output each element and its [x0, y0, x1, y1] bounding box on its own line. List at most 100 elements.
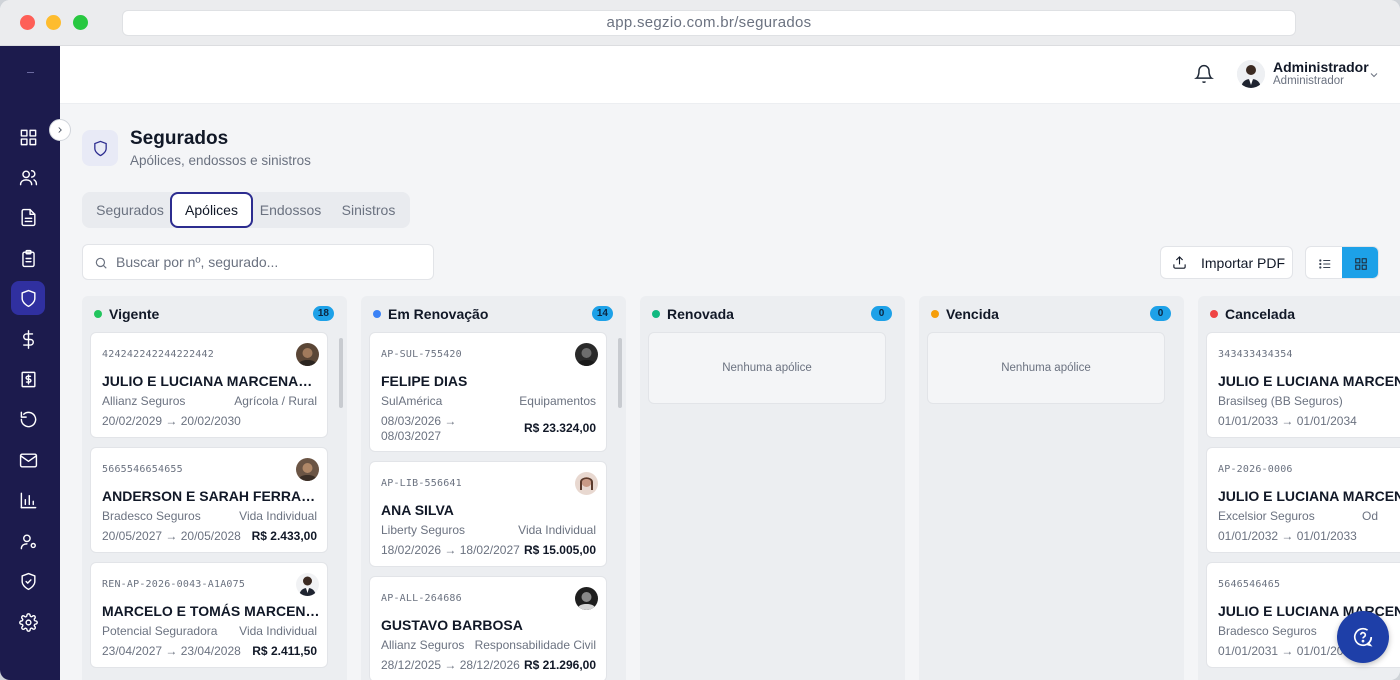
search-icon: [95, 257, 107, 269]
policy-card[interactable]: AP-ALL-264686 GUSTAVO BARBOSA Allianz Se…: [369, 576, 607, 680]
users-icon[interactable]: [11, 160, 45, 194]
column-scrollbar[interactable]: [618, 338, 622, 408]
policy-number: REN-AP-2026-0043-A1A075: [102, 579, 246, 590]
policy-period: 28/12/2025 → 28/12/2026: [381, 658, 520, 672]
minimize-window-button[interactable]: [46, 15, 61, 30]
tab-endossos[interactable]: Endossos: [253, 192, 328, 228]
sidebar-collapse-button[interactable]: [49, 119, 71, 141]
bell-icon[interactable]: [1194, 64, 1216, 86]
policy-period: 01/01/2033 → 01/01/2034: [1218, 414, 1357, 428]
tab-bar: Segurados Apólices Endossos Sinistros: [82, 192, 410, 228]
policy-period: 01/01/2031 → 01/01/2032: [1218, 644, 1357, 658]
page-subtitle: Apólices, endossos e sinistros: [130, 153, 311, 168]
shield-icon[interactable]: [11, 281, 45, 315]
insured-name: ANA SILVA: [381, 502, 454, 518]
column-count-badge: 14: [591, 306, 613, 321]
receipt-icon[interactable]: [11, 362, 45, 396]
gear-icon[interactable]: [11, 605, 45, 639]
column-header: Vencida 0: [919, 296, 1184, 332]
policy-number: AP-ALL-264686: [381, 593, 462, 604]
dollar-icon[interactable]: [11, 322, 45, 356]
page-title: Segurados: [130, 128, 229, 149]
policy-type: Vida Individual: [239, 624, 317, 638]
clipboard-icon[interactable]: [11, 241, 45, 275]
column-title: Vigente: [109, 306, 160, 322]
app-window: app.segzio.com.br/segurados Administrado…: [0, 0, 1400, 680]
close-window-button[interactable]: [20, 15, 35, 30]
tab-segurados[interactable]: Segurados: [90, 192, 170, 228]
policy-card[interactable]: 5665546654655 ANDERSON E SARAH FERRAGEN.…: [90, 447, 328, 553]
grid-view-button[interactable]: [1342, 247, 1378, 278]
maximize-window-button[interactable]: [73, 15, 88, 30]
insurer-name: Liberty Seguros: [381, 523, 466, 537]
user-name[interactable]: Administrador: [1273, 59, 1369, 75]
sidebar-logo-placeholder: [27, 72, 34, 73]
avatar: [575, 343, 598, 366]
address-bar[interactable]: app.segzio.com.br/segurados: [122, 10, 1296, 36]
avatar: [575, 472, 598, 495]
rotate-icon[interactable]: [11, 402, 45, 436]
policy-card[interactable]: REN-AP-2026-0043-A1A075 MARCELO E TOMÁS …: [90, 562, 328, 668]
policy-period: 01/01/2032 → 01/01/2033: [1218, 529, 1357, 543]
kanban-column-em-renovacao: Em Renovação 14 AP-SUL-755420 FELIPE DIA…: [361, 296, 626, 680]
insurer-name: Potencial Seguradora: [102, 624, 218, 638]
policy-type: Responsabilidade Civil: [474, 638, 596, 652]
policy-card[interactable]: AP-SUL-755420 FELIPE DIAS SulAmérica Equ…: [369, 332, 607, 452]
insured-name: FELIPE DIAS: [381, 373, 468, 389]
column-header: Cancelada: [1198, 296, 1400, 332]
policy-number: 5665546654655: [102, 464, 183, 475]
status-dot: [931, 310, 939, 318]
tab-apolices[interactable]: Apólices: [170, 192, 253, 228]
premium-value: R$ 2.433,00: [251, 529, 317, 543]
empty-state: Nenhuma apólice: [648, 332, 886, 404]
shield-icon: [82, 130, 118, 166]
policy-number: AP-2026-0006: [1218, 464, 1293, 475]
kanban-column-renovada: Renovada 0 Nenhuma apólice: [640, 296, 905, 680]
policy-card[interactable]: 343433434354 JULIO E LUCIANA MARCENARIA …: [1206, 332, 1400, 438]
column-header: Vigente 18: [82, 296, 347, 332]
insurer-name: Allianz Seguros: [102, 394, 186, 408]
policy-type: Od: [1362, 509, 1379, 523]
dashboard-icon[interactable]: [11, 120, 45, 154]
status-dot: [94, 310, 102, 318]
user-gear-icon[interactable]: [11, 524, 45, 558]
document-icon[interactable]: [11, 200, 45, 234]
kanban-column-vencida: Vencida 0 Nenhuma apólice: [919, 296, 1184, 680]
policy-type: Vida Individual: [239, 509, 317, 523]
insurer-name: Bradesco Seguros: [102, 509, 201, 523]
policy-period: 23/04/2027 → 23/04/2028: [102, 644, 241, 658]
column-title: Vencida: [946, 306, 999, 322]
column-title: Cancelada: [1225, 306, 1296, 322]
premium-value: R$ 2.411,50: [252, 644, 317, 658]
import-pdf-label: Importar PDF: [1201, 255, 1286, 271]
browser-titlebar: app.segzio.com.br/segurados: [0, 0, 1400, 46]
help-chat-button[interactable]: [1337, 611, 1389, 663]
import-pdf-button[interactable]: Importar PDF: [1160, 246, 1293, 279]
status-dot: [652, 310, 660, 318]
insured-name: GUSTAVO BARBOSA: [381, 617, 523, 633]
mail-icon[interactable]: [11, 443, 45, 477]
help-icon: [1353, 627, 1373, 647]
bar-chart-icon[interactable]: [11, 483, 45, 517]
chevron-down-icon[interactable]: [1368, 68, 1380, 80]
policy-card[interactable]: 424242242244222442 JULIO E LUCIANA MARCE…: [90, 332, 328, 438]
policy-period: 08/03/2026 → 08/03/2027: [381, 414, 457, 443]
search-input[interactable]: [116, 245, 426, 279]
list-view-button[interactable]: [1306, 247, 1343, 278]
policy-card[interactable]: AP-2026-0006 JULIO E LUCIANA MARCENARIA …: [1206, 447, 1400, 553]
premium-value: R$ 21.296,00: [523, 658, 596, 672]
upload-icon: [1173, 256, 1186, 269]
policy-type: Agrícola / Rural: [234, 394, 317, 408]
policy-card[interactable]: AP-LIB-556641 ANA SILVA Liberty Seguros …: [369, 461, 607, 567]
avatar: [296, 573, 319, 596]
sidebar: [0, 46, 60, 680]
policy-number: 343433434354: [1218, 349, 1293, 360]
column-scrollbar[interactable]: [339, 338, 343, 408]
shield-check-icon[interactable]: [11, 564, 45, 598]
insurer-name: Allianz Seguros: [381, 638, 465, 652]
grid-icon: [1354, 257, 1367, 270]
tab-sinistros[interactable]: Sinistros: [332, 192, 405, 228]
view-toggle: [1305, 246, 1379, 279]
avatar[interactable]: [1237, 60, 1265, 88]
column-header: Em Renovação 14: [361, 296, 626, 332]
